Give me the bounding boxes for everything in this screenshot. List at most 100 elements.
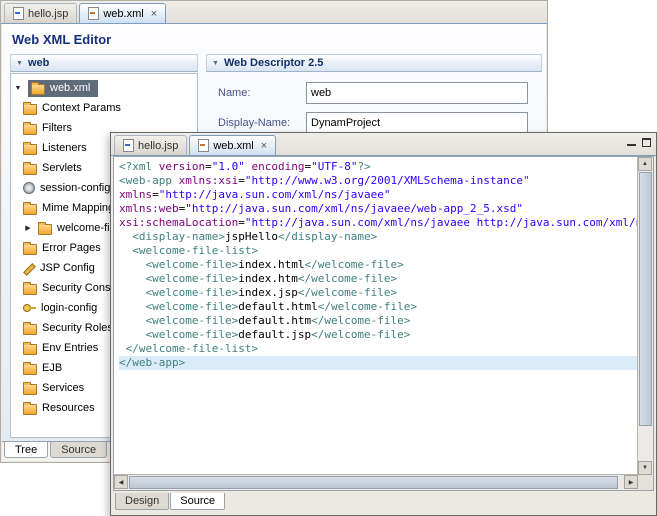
folder-icon (23, 124, 37, 135)
folder-icon (23, 204, 37, 215)
gear-icon (23, 182, 35, 194)
folder-icon (23, 344, 37, 355)
tree-item-label: Mime Mappings (42, 202, 120, 214)
vertical-scroll-thumb[interactable] (639, 172, 652, 426)
tab-hello-jsp[interactable]: hello.jsp (114, 135, 187, 155)
name-field[interactable] (306, 82, 528, 104)
code-line[interactable]: <display-name>jspHello</display-name> (119, 230, 638, 244)
code-line[interactable]: xmlns:web="http://java.sun.com/xml/ns/ja… (119, 202, 638, 216)
tree-item-web-xml[interactable]: ▼ web.xml (11, 78, 197, 98)
expander-icon[interactable]: ▶ (23, 224, 33, 232)
display-name-field-row: Display-Name: (218, 112, 542, 134)
close-icon[interactable]: × (261, 141, 267, 151)
folder-icon (31, 84, 45, 95)
xml-file-icon (88, 7, 99, 20)
horizontal-scrollbar[interactable]: ◀ ▶ (114, 474, 638, 490)
code-line[interactable]: xsi:schemaLocation="http://java.sun.com/… (119, 216, 638, 230)
tab-web-xml[interactable]: web.xml × (79, 3, 166, 23)
folder-icon (23, 384, 37, 395)
fg-page-tabs: Design Source (113, 493, 226, 513)
tab-label: hello.jsp (28, 8, 68, 20)
folder-icon (23, 364, 37, 375)
scroll-right-icon[interactable]: ▶ (624, 475, 638, 489)
tab-label: Design (125, 495, 159, 507)
tree-selection: web.xml (28, 80, 98, 97)
scroll-left-icon[interactable]: ◀ (114, 475, 128, 489)
scroll-up-icon[interactable]: ▲ (638, 157, 652, 171)
chevron-down-icon: ▼ (212, 60, 219, 67)
xml-source-editor[interactable]: <?xml version="1.0" encoding="UTF-8"?><w… (113, 156, 654, 491)
fg-editor-tabbar: hello.jsp web.xml × (111, 133, 656, 156)
tree-item-label: web.xml (50, 82, 90, 94)
folder-icon (23, 144, 37, 155)
code-line[interactable]: <?xml version="1.0" encoding="UTF-8"?> (119, 160, 638, 174)
tab-label: hello.jsp (138, 140, 178, 152)
code-line[interactable]: <welcome-file-list> (119, 244, 638, 258)
maximize-icon[interactable] (642, 138, 651, 147)
screen: hello.jsp web.xml × Web XML Editor ▼ web… (0, 0, 657, 516)
code-line[interactable]: <welcome-file>index.htm</welcome-file> (119, 272, 638, 286)
tree-section-title: web (28, 57, 49, 69)
code-line[interactable]: <welcome-file>index.jsp</welcome-file> (119, 286, 638, 300)
folder-icon (23, 164, 37, 175)
display-name-field[interactable] (306, 112, 528, 134)
scrollbar-corner (638, 475, 653, 490)
close-icon[interactable]: × (151, 9, 157, 19)
tab-label: web.xml (213, 140, 253, 152)
folder-icon (23, 404, 37, 415)
descriptor-section-header[interactable]: ▼ Web Descriptor 2.5 (206, 54, 542, 72)
vertical-scrollbar[interactable]: ▲ ▼ (637, 157, 653, 475)
xml-file-icon (198, 139, 209, 152)
code-line[interactable]: <welcome-file>default.jsp</welcome-file> (119, 328, 638, 342)
tree-item-label: Env Entries (42, 342, 98, 354)
tree-item-label: Filters (42, 122, 72, 134)
tree-item-label: Resources (42, 402, 95, 414)
tree-item-label: Servlets (42, 162, 82, 174)
page-title: Web XML Editor (2, 24, 546, 51)
code-line[interactable]: <welcome-file>default.htm</welcome-file> (119, 314, 638, 328)
code-line[interactable]: xmlns="http://java.sun.com/xml/ns/javaee… (119, 188, 638, 202)
code-line[interactable]: </web-app> (119, 356, 638, 370)
tab-source[interactable]: Source (170, 493, 225, 510)
tree-item-label: Security Roles (42, 322, 113, 334)
tree-item-label: EJB (42, 362, 62, 374)
tree-section-header[interactable]: ▼ web (10, 54, 198, 72)
code-line[interactable]: <web-app xmlns:xsi="http://www.w3.org/20… (119, 174, 638, 188)
tree-item-label: Error Pages (42, 242, 101, 254)
code-area[interactable]: <?xml version="1.0" encoding="UTF-8"?><w… (114, 157, 638, 475)
tab-label: Source (61, 444, 96, 456)
tree-item-label: session-config (40, 182, 110, 194)
code-line[interactable]: <welcome-file>index.html</welcome-file> (119, 258, 638, 272)
jsp-file-icon (123, 139, 134, 152)
horizontal-scroll-thumb[interactable] (129, 476, 618, 489)
folder-icon (23, 104, 37, 115)
tab-web-xml[interactable]: web.xml × (189, 135, 276, 155)
tab-hello-jsp[interactable]: hello.jsp (4, 3, 77, 23)
tab-design[interactable]: Design (115, 493, 169, 510)
code-line[interactable]: <welcome-file>default.html</welcome-file… (119, 300, 638, 314)
tree-item-label: JSP Config (40, 262, 95, 274)
tree-item-label: Context Params (42, 102, 121, 114)
tab-label: web.xml (103, 8, 143, 20)
tab-tree[interactable]: Tree (4, 442, 48, 458)
chevron-down-icon: ▼ (16, 60, 23, 67)
descriptor-section-title: Web Descriptor 2.5 (224, 57, 323, 69)
source-editor-window: hello.jsp web.xml × <?xml version="1.0" … (110, 132, 657, 516)
tree-item-label: Listeners (42, 142, 87, 154)
folder-icon (38, 224, 52, 235)
window-controls (627, 138, 651, 147)
expander-icon[interactable]: ▼ (13, 85, 23, 92)
scroll-down-icon[interactable]: ▼ (638, 461, 652, 475)
bg-editor-tabbar: hello.jsp web.xml × (1, 1, 547, 24)
code-line[interactable]: </welcome-file-list> (119, 342, 638, 356)
pencil-icon (23, 262, 35, 274)
display-name-label: Display-Name: (218, 117, 306, 129)
minimize-icon[interactable] (627, 138, 636, 147)
tab-label: Tree (15, 444, 37, 456)
tab-label: Source (180, 495, 215, 507)
name-field-row: Name: (218, 82, 542, 104)
folder-icon (23, 284, 37, 295)
folder-icon (23, 244, 37, 255)
tree-item-context-params[interactable]: Context Params (11, 98, 197, 118)
tab-source[interactable]: Source (50, 442, 107, 458)
